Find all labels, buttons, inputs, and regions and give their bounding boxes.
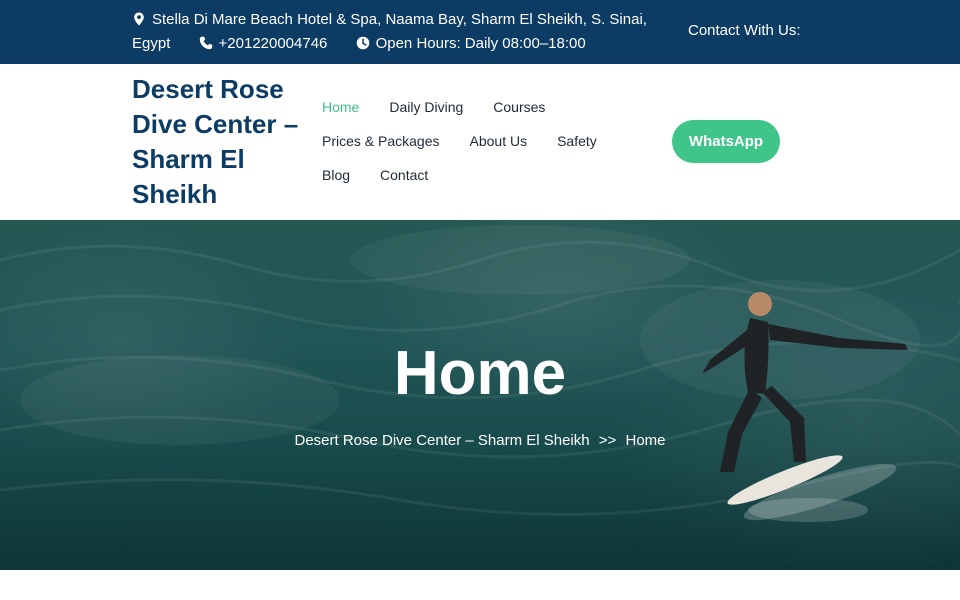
- nav-item-contact[interactable]: Contact: [380, 167, 428, 183]
- surfer-image: [702, 292, 908, 522]
- contact-with-us-label: Contact With Us:: [688, 22, 801, 39]
- map-pin-icon: [134, 12, 144, 26]
- nav-item-daily-diving[interactable]: Daily Diving: [389, 99, 463, 115]
- nav-row: Home Daily Diving Courses: [322, 90, 622, 124]
- nav-row: Prices & Packages About Us Safety: [322, 124, 622, 158]
- site-header: Desert Rose Dive Center – Sharm El Sheik…: [0, 64, 960, 220]
- hero-banner: Home Desert Rose Dive Center – Sharm El …: [0, 220, 960, 570]
- phone-text: +201220004746: [218, 35, 328, 52]
- breadcrumb-root-link[interactable]: Desert Rose Dive Center – Sharm El Sheik…: [294, 432, 589, 449]
- page-title: Home: [393, 339, 567, 408]
- nav-item-courses[interactable]: Courses: [493, 99, 545, 115]
- breadcrumb-separator: >>: [598, 432, 617, 449]
- phone-item[interactable]: +201220004746: [194, 35, 327, 52]
- nav-item-prices-packages[interactable]: Prices & Packages: [322, 133, 440, 149]
- whatsapp-button[interactable]: WhatsApp: [672, 120, 780, 163]
- site-logo-title[interactable]: Desert Rose Dive Center – Sharm El Sheik…: [132, 72, 302, 212]
- main-nav: Home Daily Diving Courses Prices & Packa…: [322, 90, 622, 192]
- clock-icon: [356, 36, 369, 50]
- breadcrumb-current: Home: [625, 432, 666, 449]
- hours-text: Open Hours: Daily 08:00–18:00: [375, 35, 586, 52]
- nav-item-home[interactable]: Home: [322, 99, 359, 115]
- nav-item-safety[interactable]: Safety: [557, 133, 597, 149]
- content-start: [0, 570, 960, 600]
- nav-item-blog[interactable]: Blog: [322, 167, 350, 183]
- nav-item-about-us[interactable]: About Us: [470, 133, 528, 149]
- phone-icon: [199, 36, 212, 50]
- top-info-bar: Stella Di Mare Beach Hotel & Spa, Naama …: [0, 0, 960, 64]
- breadcrumb: Desert Rose Dive Center – Sharm El Sheik…: [0, 432, 960, 449]
- contact-info: Stella Di Mare Beach Hotel & Spa, Naama …: [132, 8, 652, 56]
- hours-item: Open Hours: Daily 08:00–18:00: [351, 35, 586, 52]
- nav-row: Blog Contact: [322, 158, 622, 192]
